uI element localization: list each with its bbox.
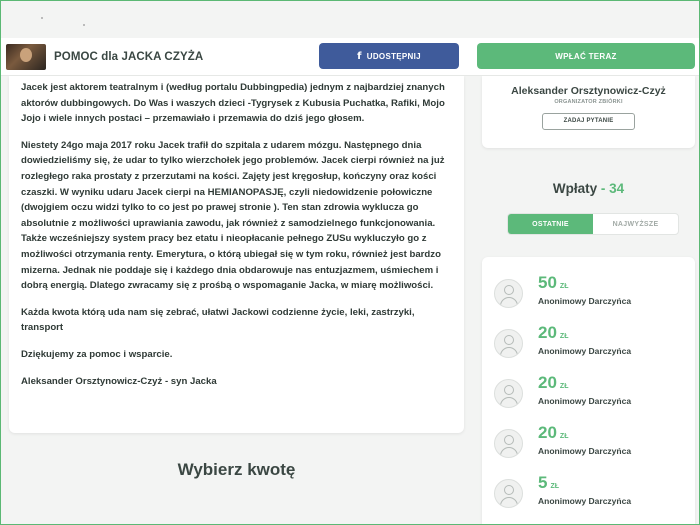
donor-name: Anonimowy Darczyńca: [538, 296, 632, 306]
donor-name: Anonimowy Darczyńca: [538, 396, 632, 406]
campaign-description: Jacek jest aktorem teatralnym i (według …: [9, 76, 464, 433]
story-paragraph: Dziękujemy za pomoc i wsparcie.: [21, 348, 173, 360]
organizer-role: ORGANIZATOR ZBIÓRKI: [554, 99, 623, 105]
user-avatar-icon: [494, 329, 523, 358]
story-paragraph: Niestety 24go maja 2017 roku Jacek trafi…: [21, 139, 445, 292]
user-avatar-icon: [494, 379, 523, 408]
choose-amount-title: Wybierz kwotę: [177, 460, 296, 479]
tab-highest[interactable]: NAJWYŻSZE: [593, 214, 678, 234]
share-button-label: UDOSTĘPNIJ: [366, 51, 421, 61]
donation-amount: 5 ZŁ: [538, 473, 560, 492]
donation-amount: 50 ZŁ: [538, 273, 569, 292]
story-paragraph: Jacek jest aktorem teatralnym i (według …: [21, 82, 445, 125]
user-avatar-icon: [494, 429, 523, 458]
user-avatar-icon: [494, 279, 523, 308]
decorative-dot: [41, 17, 43, 19]
payments-heading: Wpłaty - 34: [482, 181, 695, 196]
list-item: 20 ZŁ Anonimowy Darczyńca: [482, 417, 695, 467]
donor-name: Anonimowy Darczyńca: [538, 346, 632, 356]
facebook-icon: f: [357, 50, 362, 62]
list-item: 50 ZŁ Anonimowy Darczyńca: [482, 267, 695, 317]
share-button[interactable]: f UDOSTĘPNIJ: [319, 43, 459, 69]
story-paragraph: Aleksander Orsztynowicz-Czyż - syn Jacka: [21, 375, 217, 387]
donation-amount: 20 ZŁ: [538, 323, 569, 342]
payments-tabs: OSTATNIE NAJWYŻSZE: [507, 213, 679, 235]
donor-name: Anonimowy Darczyńca: [538, 446, 632, 456]
donation-amount: 20 ZŁ: [538, 423, 569, 442]
list-item: 5 ZŁ Anonimowy Darczyńca: [482, 467, 695, 517]
payments-title: Wpłaty: [552, 181, 598, 196]
donor-name: Anonimowy Darczyńca: [538, 496, 632, 506]
ask-question-button[interactable]: ZADAJ PYTANIE: [542, 113, 635, 130]
campaign-title: POMOC dla JACKA CZYŻA: [54, 51, 204, 63]
pay-now-button[interactable]: WPŁAĆ TERAZ: [477, 43, 695, 69]
donations-list: 50 ZŁ Anonimowy Darczyńca 20 ZŁ Anonimowy …: [482, 257, 695, 525]
user-avatar-icon: [494, 479, 523, 508]
payments-count: - 34: [597, 181, 625, 196]
organizer-name: Aleksander Orsztynowicz-Czyż: [511, 85, 666, 97]
organizer-card: Aleksander Orsztynowicz-Czyż ORGANIZATOR…: [482, 76, 695, 148]
sticky-header: POMOC dla JACKA CZYŻA f UDOSTĘPNIJ WPŁAĆ…: [0, 38, 700, 76]
story-paragraph: Każda kwota którą uda nam się zebrać, uł…: [21, 306, 415, 334]
campaign-thumbnail: [6, 44, 46, 70]
list-item: 20 ZŁ Anonimowy Darczyńca: [482, 317, 695, 367]
tab-latest[interactable]: OSTATNIE: [508, 214, 593, 234]
donation-amount: 20 ZŁ: [538, 373, 569, 392]
list-item: 20 ZŁ Anonimowy Darczyńca: [482, 367, 695, 417]
decorative-dot: [83, 24, 85, 26]
